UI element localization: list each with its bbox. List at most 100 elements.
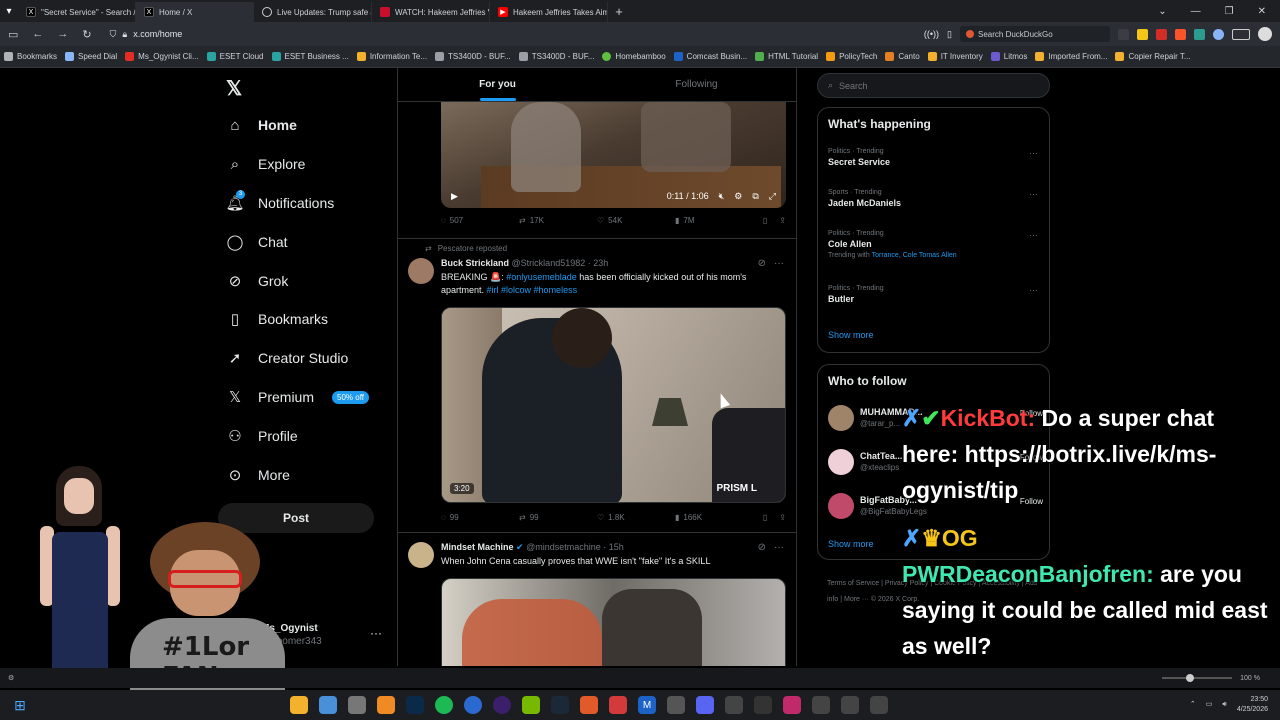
close-icon[interactable]: ✕ <box>1258 6 1266 17</box>
nav-premium[interactable]: 𝕏 Premium 50% off <box>226 388 369 406</box>
settings-icon[interactable]: ⚙ <box>0 674 14 682</box>
settings-icon[interactable]: ⚙ <box>734 191 742 202</box>
nav-grok[interactable]: ⊘ Grok <box>226 272 289 290</box>
zoom-level[interactable]: 100 % <box>1240 675 1260 682</box>
nav-notifications[interactable]: 🔔︎ 3 Notifications <box>225 190 334 212</box>
avatar[interactable] <box>408 258 434 284</box>
author-name[interactable]: Buck Strickland <box>441 258 509 268</box>
bookmark-item[interactable]: ESET Business ... <box>271 52 349 61</box>
post-video-thumbnail[interactable] <box>441 578 786 666</box>
tab-watch-jeffries[interactable]: WATCH: Hakeem Jeffries Vi <box>372 2 490 22</box>
fullscreen-icon[interactable]: ⤢ <box>769 191 776 202</box>
steam-icon[interactable] <box>551 696 569 714</box>
url-field[interactable]: ⛉ 🔒︎ x.com/home <box>110 29 183 40</box>
forward-icon[interactable]: → <box>57 28 68 41</box>
search-input[interactable]: ⌕ Search <box>817 73 1050 98</box>
repost-button[interactable]: ⇄ 99 <box>519 513 597 522</box>
views-button[interactable]: ▮ 166K <box>675 513 753 522</box>
more-dots-icon[interactable]: ··· <box>1029 148 1038 158</box>
nav-home[interactable]: ⌂ Home <box>226 116 296 134</box>
more-dots-icon[interactable]: ··· <box>370 626 382 640</box>
app-icon[interactable] <box>783 696 801 714</box>
share-icon[interactable]: ⇪ <box>779 513 786 522</box>
app-icon[interactable] <box>754 696 772 714</box>
app-icon[interactable] <box>319 696 337 714</box>
profile-avatar[interactable] <box>1258 27 1272 41</box>
bookmark-item[interactable]: Canto <box>885 52 920 61</box>
bookmark-item[interactable]: Speed Dial <box>65 52 117 61</box>
clock[interactable]: 23:50 4/25/2026 <box>1237 695 1268 715</box>
obs-icon[interactable] <box>493 696 511 714</box>
nav-chat[interactable]: ◯ Chat <box>226 233 288 251</box>
back-icon[interactable]: ← <box>32 28 43 41</box>
vlc-icon[interactable] <box>377 696 395 714</box>
photoshop-icon[interactable] <box>406 696 424 714</box>
bookmark-item[interactable]: Information Te... <box>356 52 427 61</box>
app-icon[interactable] <box>812 696 830 714</box>
more-dots-icon[interactable]: ··· <box>774 258 784 269</box>
app-icon[interactable] <box>870 696 888 714</box>
hashtag-link[interactable]: #irl #lolcow #homeless <box>487 285 578 295</box>
app-icon[interactable] <box>667 696 685 714</box>
network-icon[interactable]: ▭ <box>1206 700 1213 710</box>
nvidia-icon[interactable] <box>522 696 540 714</box>
brave-extension-icon[interactable] <box>1175 28 1186 40</box>
author-name[interactable]: Mindset Machine <box>441 542 514 552</box>
app-icon[interactable] <box>348 696 366 714</box>
app-icon[interactable] <box>464 696 482 714</box>
app-icon[interactable] <box>725 696 743 714</box>
chevron-up-icon[interactable]: ⌃ <box>1190 700 1196 710</box>
nav-profile[interactable]: ⚇ Profile <box>226 427 297 445</box>
trend-item[interactable]: Politics · Trending Butler ··· <box>828 285 1038 304</box>
file-explorer-icon[interactable] <box>290 696 308 714</box>
bookmark-item[interactable]: Comcast Busin... <box>673 52 747 61</box>
mute-icon[interactable]: 🔇︎ <box>719 191 725 202</box>
trend-item[interactable]: Politics · Trending Secret Service ··· <box>828 148 1038 167</box>
tab-home-x[interactable]: X Home / X <box>136 2 254 22</box>
app-icon[interactable] <box>580 696 598 714</box>
repost-button[interactable]: ⇄ 17K <box>519 216 597 225</box>
grok-icon[interactable]: ⊘ <box>758 258 766 269</box>
duckduckgo-search-field[interactable]: Search DuckDuckGo <box>960 26 1110 42</box>
panel-toggle-icon[interactable]: ▭ <box>8 28 18 41</box>
more-dots-icon[interactable]: ··· <box>1029 189 1038 199</box>
more-dots-icon[interactable]: ··· <box>1029 285 1038 295</box>
pip-icon[interactable]: ⧉ <box>752 191 758 202</box>
globe-extension-icon[interactable] <box>1213 28 1224 40</box>
nav-explore[interactable]: ⌕ Explore <box>226 155 306 173</box>
new-tab-button[interactable]: + <box>608 4 630 19</box>
wallet-extension-icon[interactable] <box>1194 28 1205 40</box>
bookmark-item[interactable]: ESET Cloud <box>206 52 264 61</box>
zoom-slider[interactable] <box>1162 674 1233 682</box>
vpn-icon[interactable] <box>1232 28 1250 40</box>
grok-icon[interactable]: ⊘ <box>758 542 766 553</box>
tab-following[interactable]: Following <box>597 68 796 101</box>
more-dots-icon[interactable]: ··· <box>1029 230 1038 240</box>
trend-item[interactable]: Politics · Trending Cole Allen Trending wi… <box>828 230 1038 259</box>
bookmark-item[interactable]: HTML Tutorial <box>755 52 818 61</box>
bookmark-item[interactable]: Imported From... <box>1035 52 1107 61</box>
extension-icon[interactable] <box>1118 28 1129 40</box>
app-icon[interactable]: M <box>638 696 656 714</box>
nav-more[interactable]: ⊙ More <box>226 466 290 484</box>
bookmark-icon[interactable]: ▯ <box>763 216 767 225</box>
minimize-icon[interactable]: — <box>1191 6 1201 17</box>
volume-icon[interactable]: 🔊︎ <box>1222 700 1226 710</box>
bookmark-icon[interactable]: ▯ <box>763 513 767 522</box>
reply-button[interactable]: ◌ 507 <box>441 216 519 225</box>
bookmark-item[interactable]: TS3400D - BUF... <box>518 52 594 61</box>
discord-icon[interactable] <box>696 696 714 714</box>
reply-button[interactable]: ◌ 99 <box>441 513 519 522</box>
windows-start-icon[interactable]: ⊞ <box>0 697 40 714</box>
share-icon[interactable]: ⇪ <box>779 216 786 225</box>
bookmark-item[interactable]: IT Inventory <box>927 52 983 61</box>
bookmark-item[interactable]: Ms_Ogynist Cli... <box>125 52 199 61</box>
views-button[interactable]: ▮ 7M <box>675 216 753 225</box>
broadcast-icon[interactable]: ((•)) <box>924 29 939 39</box>
vivaldi-icon[interactable] <box>609 696 627 714</box>
tab-live-updates[interactable]: Live Updates: Trump safe af <box>254 2 372 22</box>
notes-extension-icon[interactable] <box>1137 28 1148 40</box>
bookmark-item[interactable]: Bookmarks <box>4 52 57 61</box>
tab-jeffries-takes-aim[interactable]: ▶ Hakeem Jeffries Takes Aim <box>490 2 608 22</box>
show-more-link[interactable]: Show more <box>828 330 874 340</box>
